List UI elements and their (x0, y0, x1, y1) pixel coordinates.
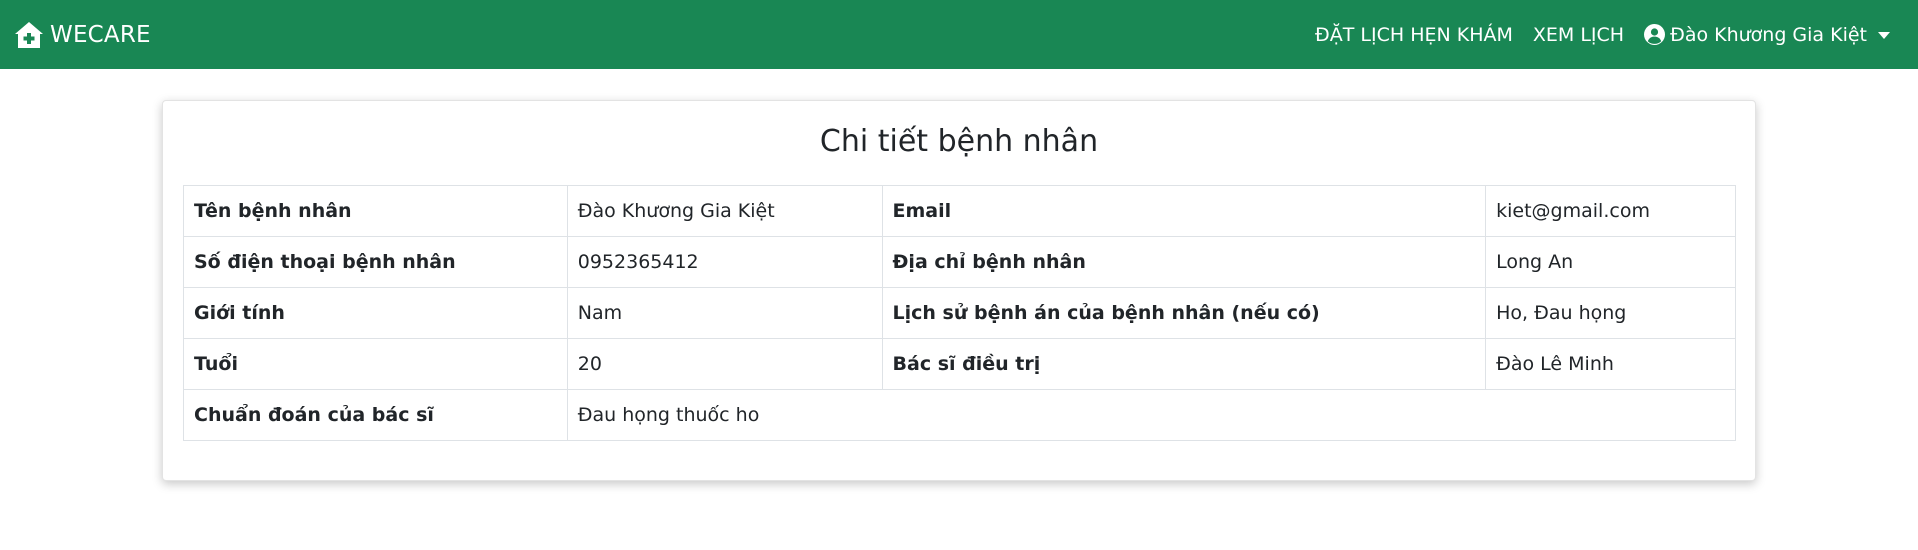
diagnosis-label: Chuẩn đoán của bác sĩ (183, 389, 568, 441)
table-row: Giới tính Nam Lịch sử bệnh án của bệnh n… (183, 287, 1736, 339)
gender-value: Nam (566, 287, 883, 339)
home-plus-icon (14, 21, 44, 49)
page-title: Chi tiết bệnh nhân (819, 124, 1099, 159)
patient-name-value: Đào Khương Gia Kiệt (566, 185, 883, 237)
medical-history-label: Lịch sử bệnh án của bệnh nhân (nếu có) (881, 287, 1487, 339)
doctor-value: Đào Lê Minh (1485, 338, 1736, 390)
top-navbar: WECARE ĐẶT LỊCH HẸN KHÁM XEM LỊCH Đào Kh… (0, 0, 1918, 69)
email-value: kiet@gmail.com (1485, 185, 1736, 237)
table-row: Chuẩn đoán của bác sĩ Đau họng thuốc ho (183, 389, 1737, 441)
patient-name-label: Tên bệnh nhân (183, 185, 568, 237)
gender-label: Giới tính (183, 287, 568, 339)
phone-value: 0952365412 (566, 236, 883, 288)
user-circle-icon (1644, 24, 1666, 45)
patient-detail-table: Tên bệnh nhân Đào Khương Gia Kiệt Email … (183, 185, 1737, 441)
email-label: Email (881, 185, 1487, 237)
age-label: Tuổi (183, 338, 568, 390)
medical-history-value: Ho, Đau họng (1485, 287, 1736, 339)
nav-view-schedule[interactable]: XEM LỊCH (1533, 24, 1624, 46)
address-value: Long An (1485, 236, 1736, 288)
nav-menu: ĐẶT LỊCH HẸN KHÁM XEM LỊCH Đào Khương Gi… (1315, 0, 1918, 69)
table-row: Tuổi 20 Bác sĩ điều trị Đào Lê Minh (183, 338, 1736, 390)
table-row: Số điện thoại bệnh nhân 0952365412 Địa c… (183, 236, 1736, 288)
nav-book-appointment[interactable]: ĐẶT LỊCH HẸN KHÁM (1315, 24, 1513, 46)
brand-link[interactable]: WECARE (14, 21, 151, 49)
address-label: Địa chỉ bệnh nhân (881, 236, 1487, 288)
user-menu-dropdown[interactable]: Đào Khương Gia Kiệt (1644, 24, 1890, 46)
chevron-down-icon (1878, 31, 1890, 39)
diagnosis-value: Đau họng thuốc ho (566, 389, 1737, 441)
phone-label: Số điện thoại bệnh nhân (183, 236, 568, 288)
doctor-label: Bác sĩ điều trị (881, 338, 1487, 390)
user-name: Đào Khương Gia Kiệt (1670, 23, 1867, 46)
brand-name: WECARE (50, 21, 151, 48)
table-row: Tên bệnh nhân Đào Khương Gia Kiệt Email … (183, 185, 1736, 237)
age-value: 20 (566, 338, 883, 390)
